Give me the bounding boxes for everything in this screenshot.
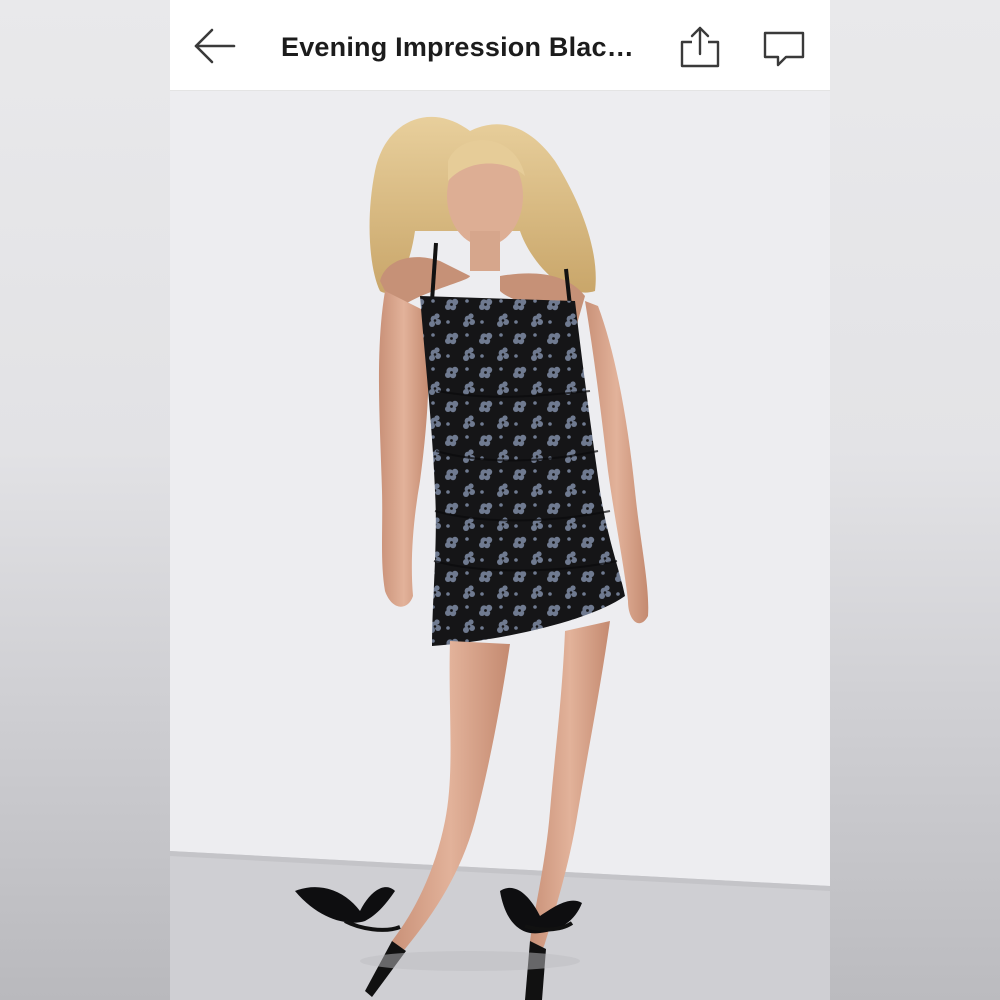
share-upload-icon bbox=[680, 26, 720, 68]
page-title: Evening Impression Blac… bbox=[281, 32, 634, 62]
chat-bubble-icon bbox=[763, 31, 805, 67]
blurred-side-left bbox=[0, 0, 170, 1000]
arrow-left-icon bbox=[194, 28, 236, 64]
comments-button[interactable] bbox=[762, 24, 806, 68]
back-button[interactable] bbox=[192, 24, 236, 68]
app-screen: Evening Impression Blac… bbox=[170, 0, 830, 1000]
screenshot-frame: Evening Impression Blac… bbox=[0, 0, 1000, 1000]
top-navigation-bar: Evening Impression Blac… bbox=[170, 0, 830, 91]
blurred-side-right bbox=[830, 0, 1000, 1000]
share-button[interactable] bbox=[678, 24, 722, 68]
product-photo[interactable] bbox=[170, 91, 830, 1000]
